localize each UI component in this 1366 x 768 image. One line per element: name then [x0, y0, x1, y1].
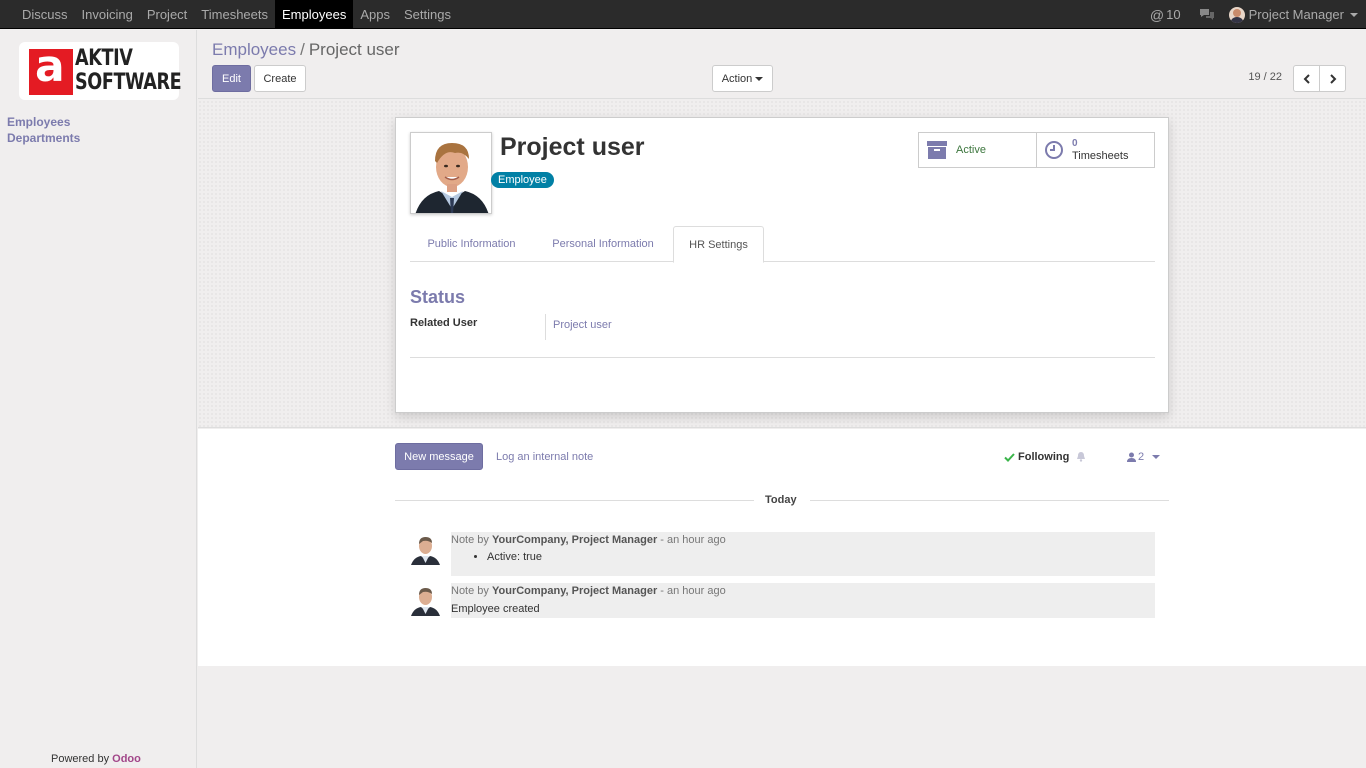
followers-count: 2 [1138, 451, 1145, 463]
user-name: Project Manager [1248, 7, 1344, 22]
pager-previous-button[interactable] [1293, 65, 1320, 92]
active-toggle-button[interactable]: Active [918, 132, 1037, 168]
message-avatar[interactable] [409, 583, 442, 616]
menu-discuss[interactable]: Discuss [15, 0, 75, 29]
menu-invoicing[interactable]: Invoicing [75, 0, 140, 29]
chat-button[interactable] [1199, 8, 1215, 21]
mentions-button[interactable]: @ 10 [1150, 7, 1181, 23]
logo-text-1: AKTIV [75, 46, 133, 71]
mentions-count: 10 [1166, 7, 1181, 22]
tracking-list: Active: true [487, 551, 1155, 563]
menu-project[interactable]: Project [140, 0, 194, 29]
breadcrumb-employees[interactable]: Employees [212, 40, 296, 59]
timesheets-button[interactable]: 0 Timesheets [1036, 132, 1155, 168]
message-header: Note by YourCompany, Project Manager - a… [451, 585, 726, 597]
divider-left [395, 500, 754, 501]
new-message-button[interactable]: New message [395, 443, 483, 470]
pager-next-button[interactable] [1319, 65, 1346, 92]
app-menu: Discuss Invoicing Project Timesheets Emp… [15, 0, 458, 29]
divider-right [810, 500, 1169, 501]
user-menu[interactable]: Project Manager [1228, 6, 1358, 23]
message-avatar[interactable] [409, 532, 442, 565]
sidebar-item-employees[interactable]: Employees [7, 115, 70, 129]
employee-photo[interactable] [410, 132, 492, 214]
odoo-link[interactable]: Odoo [112, 753, 141, 765]
powered-by: Powered by Odoo [51, 753, 141, 765]
systray: @ 10 Project Manager [1136, 0, 1358, 29]
menu-apps[interactable]: Apps [353, 0, 397, 29]
message-header: Note by YourCompany, Project Manager - a… [451, 534, 726, 546]
timesheets-label: Timesheets [1072, 150, 1129, 162]
tab-personal-information[interactable]: Personal Information [534, 226, 672, 262]
chevron-down-icon [755, 76, 764, 81]
sidebar: a AKTIV SOFTWARE Employees Departments P… [0, 30, 197, 768]
chevron-right-icon [1329, 73, 1336, 84]
top-navbar: Discuss Invoicing Project Timesheets Emp… [0, 0, 1366, 29]
at-icon: @ [1149, 6, 1165, 23]
message-time: - an hour ago [660, 534, 726, 546]
chevron-left-icon [1303, 73, 1310, 84]
category-tag: Employee [491, 172, 554, 188]
control-panel: Employees / Project user Edit Create Actio… [198, 30, 1366, 99]
message-body: Employee created [451, 603, 540, 615]
breadcrumb: Employees / Project user [212, 40, 400, 59]
menu-timesheets[interactable]: Timesheets [194, 0, 275, 29]
form-tabs: Public Information Personal Information … [410, 226, 1155, 263]
author-portrait [409, 532, 442, 565]
employee-portrait [411, 133, 491, 213]
menu-employees[interactable]: Employees [275, 0, 354, 29]
pager-value: 19 / 22 [1248, 71, 1282, 83]
menu-settings[interactable]: Settings [397, 0, 458, 29]
bell-icon[interactable] [1076, 451, 1086, 462]
section-title: Status [410, 287, 466, 307]
breadcrumb-current: Project user [308, 40, 400, 59]
edit-button[interactable]: Edit [212, 65, 251, 92]
tab-public-information[interactable]: Public Information [410, 226, 533, 262]
related-user-label: Related User [410, 317, 478, 329]
field-divider [545, 314, 546, 340]
chevron-down-icon [1350, 12, 1358, 17]
archive-icon [927, 141, 947, 159]
following-button[interactable]: Following [1004, 451, 1069, 463]
user-icon [1127, 452, 1136, 462]
message-author[interactable]: YourCompany, Project Manager [492, 585, 657, 597]
clock-icon [1045, 141, 1063, 159]
section-divider [410, 357, 1155, 358]
employee-name: Project user [500, 133, 645, 161]
tab-hr-settings[interactable]: HR Settings [673, 226, 764, 263]
chevron-down-icon [1152, 455, 1161, 459]
following-label: Following [1018, 451, 1070, 463]
message-time: - an hour ago [660, 585, 726, 597]
company-logo: a AKTIV SOFTWARE [19, 42, 182, 100]
author-portrait [409, 583, 442, 616]
logo-text-2: SOFTWARE [75, 70, 182, 95]
message-author[interactable]: YourCompany, Project Manager [492, 534, 657, 546]
tracking-value: Active: true [487, 551, 1155, 563]
related-user-link[interactable]: Project user [553, 319, 612, 331]
timesheets-stat: 0 Timesheets [1072, 138, 1128, 162]
chat-icon [1199, 9, 1214, 20]
active-label: Active [956, 144, 986, 156]
followers-button[interactable]: 2 [1127, 451, 1161, 463]
logo-mark: a [29, 45, 73, 95]
user-avatar [1228, 6, 1245, 23]
log-note-button[interactable]: Log an internal note [496, 451, 593, 463]
create-button[interactable]: Create [254, 65, 306, 92]
day-separator: Today [765, 494, 797, 506]
form-sheet: Project user Employee Active 0 Timesheet… [395, 117, 1169, 413]
action-dropdown[interactable]: Action [712, 65, 773, 92]
message-item: Note by YourCompany, Project Manager - a… [451, 532, 1155, 576]
message-item: Note by YourCompany, Project Manager - a… [451, 583, 1155, 618]
timesheets-count: 0 [1072, 138, 1078, 149]
check-icon [1004, 452, 1015, 462]
sidebar-item-departments[interactable]: Departments [7, 131, 80, 145]
